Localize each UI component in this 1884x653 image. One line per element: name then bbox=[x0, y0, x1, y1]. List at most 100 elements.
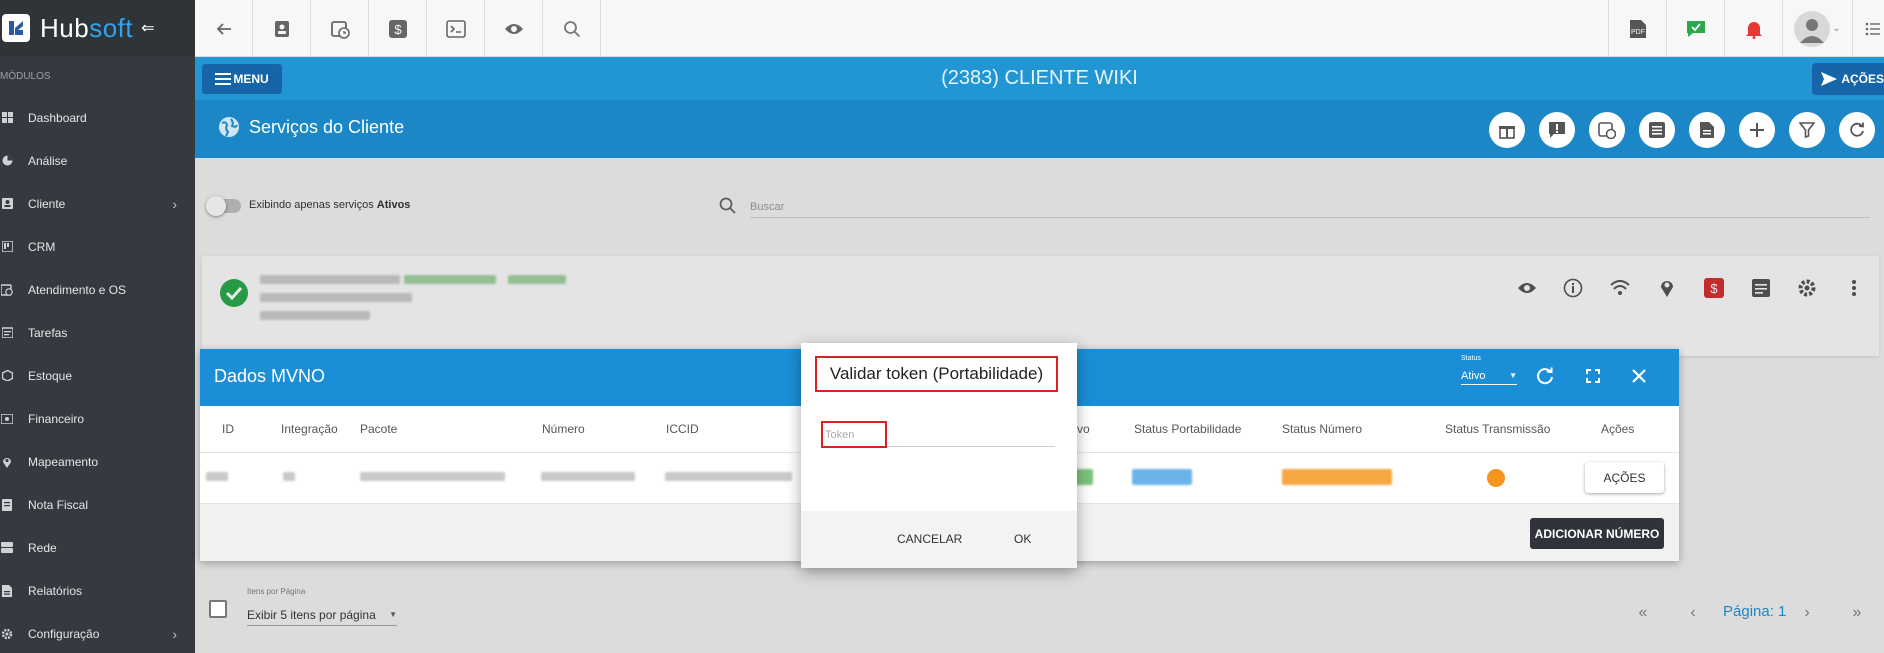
row-actions-button[interactable]: AÇÕES bbox=[1585, 462, 1664, 493]
search-button[interactable] bbox=[543, 0, 601, 57]
hamburger-icon bbox=[215, 73, 232, 85]
sidebar-item-label: Análise bbox=[28, 153, 68, 168]
top-toolbar: $ PDF ⌄ bbox=[195, 0, 1884, 57]
sidebar-item-rede[interactable]: Rede bbox=[0, 526, 195, 569]
column-header-status-transmissao: Status Transmissão bbox=[1445, 422, 1551, 436]
column-header-iccid: ICCID bbox=[666, 422, 699, 436]
cell-integracao-blurred bbox=[283, 472, 295, 481]
alert-message-button[interactable] bbox=[1539, 112, 1575, 148]
list-menu-button[interactable] bbox=[1852, 0, 1884, 57]
schedule-button[interactable] bbox=[311, 0, 369, 57]
collapse-sidebar-icon[interactable]: ⇐ bbox=[141, 18, 154, 38]
refresh-button[interactable] bbox=[1839, 112, 1875, 148]
hubsoft-logo-icon bbox=[2, 14, 30, 42]
previous-page-button[interactable]: ‹ bbox=[1675, 595, 1711, 631]
terminal-icon bbox=[445, 19, 466, 38]
cancel-button[interactable]: CANCELAR bbox=[889, 528, 970, 550]
select-all-checkbox[interactable] bbox=[209, 600, 227, 618]
terminal-button[interactable] bbox=[427, 0, 485, 57]
services-title: Serviços do Cliente bbox=[218, 116, 404, 138]
plus-icon bbox=[1750, 123, 1764, 137]
finance-button[interactable]: $ bbox=[369, 0, 427, 57]
mvno-refresh-icon[interactable] bbox=[1536, 367, 1554, 385]
sidebar-item-financeiro[interactable]: Financeiro bbox=[0, 397, 195, 440]
double-chevron-right-icon: » bbox=[1852, 604, 1862, 621]
brand-name: Hubsoft bbox=[40, 12, 134, 43]
sidebar-item-tarefas[interactable]: Tarefas bbox=[0, 311, 195, 354]
sidebar-item-estoque[interactable]: Estoque bbox=[0, 354, 195, 397]
column-header-integracao: Integração bbox=[281, 422, 338, 436]
sidebar-item-mapeamento[interactable]: Mapeamento bbox=[0, 440, 195, 483]
sidebar-item-label: Relatórios bbox=[28, 583, 83, 598]
sidebar-item-label: Nota Fiscal bbox=[28, 497, 89, 512]
mvno-title: Dados MVNO bbox=[214, 366, 326, 386]
report-icon bbox=[1, 584, 13, 597]
token-input[interactable] bbox=[825, 426, 885, 444]
sidebar-item-crm[interactable]: CRM bbox=[0, 225, 195, 268]
column-header-id: ID bbox=[222, 422, 234, 436]
chevron-right-icon: › bbox=[172, 626, 177, 642]
gift-button[interactable] bbox=[1489, 112, 1525, 148]
add-number-button[interactable]: ADICIONAR NÚMERO bbox=[1530, 518, 1664, 549]
refresh-icon bbox=[1850, 122, 1864, 137]
list-view-button[interactable] bbox=[1639, 112, 1675, 148]
filter-button[interactable] bbox=[1789, 112, 1825, 148]
next-page-button[interactable]: › bbox=[1789, 595, 1825, 631]
sidebar-item-configuracao[interactable]: Configuração › bbox=[0, 612, 195, 653]
status-filter-label: Status bbox=[1461, 355, 1481, 362]
last-page-button[interactable]: » bbox=[1839, 595, 1875, 631]
dollar-icon: $ bbox=[388, 19, 407, 38]
status-filter-select[interactable]: Ativo ▼ bbox=[1461, 367, 1517, 385]
calendar-clock-icon bbox=[1, 283, 13, 296]
alerts-button[interactable] bbox=[1724, 0, 1782, 57]
schedule-service-button[interactable] bbox=[1589, 112, 1625, 148]
sidebar-item-label: Tarefas bbox=[28, 325, 68, 340]
list-box-icon bbox=[1649, 122, 1665, 138]
sidebar-item-relatorios[interactable]: Relatórios bbox=[0, 569, 195, 612]
document-button[interactable] bbox=[1689, 112, 1725, 148]
sidebar-item-dashboard[interactable]: Dashboard bbox=[0, 96, 195, 139]
column-header-pacote: Pacote bbox=[360, 422, 398, 436]
receipt-icon bbox=[1, 498, 13, 511]
acoes-button[interactable]: AÇÕES bbox=[1812, 63, 1884, 95]
sidebar-item-label: Estoque bbox=[28, 368, 73, 383]
back-button[interactable] bbox=[195, 0, 253, 57]
grid-icon bbox=[1, 112, 13, 124]
transmission-status-dot bbox=[1487, 469, 1505, 487]
items-per-page-select[interactable]: Exibir 5 itens por página ▼ bbox=[247, 604, 397, 626]
logo[interactable]: Hubsoft ⇐ bbox=[0, 0, 195, 56]
services-title-text: Serviços do Cliente bbox=[249, 116, 405, 137]
messages-button[interactable] bbox=[1666, 0, 1724, 57]
menu-button[interactable]: MENU bbox=[202, 64, 282, 94]
sidebar-item-cliente[interactable]: Cliente › bbox=[0, 182, 195, 225]
search-icon bbox=[563, 20, 580, 37]
sidebar-item-atendimento[interactable]: Atendimento e OS bbox=[0, 268, 195, 311]
view-button[interactable] bbox=[485, 0, 543, 57]
cell-portabilidade-blurred bbox=[1132, 469, 1192, 485]
first-page-button[interactable]: « bbox=[1625, 595, 1661, 631]
tasks-icon bbox=[1, 327, 13, 339]
sidebar-item-analise[interactable]: Análise bbox=[0, 139, 195, 182]
calendar-clock-icon bbox=[1598, 122, 1616, 139]
gear-icon bbox=[1, 628, 13, 640]
close-icon[interactable] bbox=[1632, 369, 1646, 383]
svg-text:PDF: PDF bbox=[1631, 29, 1645, 36]
client-card-button[interactable] bbox=[253, 0, 311, 57]
add-service-button[interactable] bbox=[1739, 112, 1775, 148]
cell-numero-blurred bbox=[541, 472, 635, 481]
sidebar-item-nota-fiscal[interactable]: Nota Fiscal bbox=[0, 483, 195, 526]
arrow-left-icon bbox=[216, 22, 231, 35]
ok-button[interactable]: OK bbox=[1006, 528, 1039, 550]
acoes-label: AÇÕES bbox=[1841, 72, 1884, 86]
user-menu-button[interactable]: ⌄ bbox=[1782, 0, 1852, 57]
send-icon bbox=[1821, 72, 1837, 86]
items-per-page-value: Exibir 5 itens por página bbox=[247, 607, 376, 622]
sidebar-item-label: Dashboard bbox=[28, 110, 87, 125]
items-per-page-label: Itens por Página bbox=[247, 587, 306, 596]
gift-icon bbox=[1499, 126, 1515, 139]
pdf-button[interactable]: PDF bbox=[1608, 0, 1666, 57]
document-icon bbox=[1700, 122, 1714, 138]
sidebar-item-label: Rede bbox=[28, 540, 57, 555]
services-header bbox=[195, 100, 1884, 158]
fullscreen-icon[interactable] bbox=[1586, 369, 1600, 383]
